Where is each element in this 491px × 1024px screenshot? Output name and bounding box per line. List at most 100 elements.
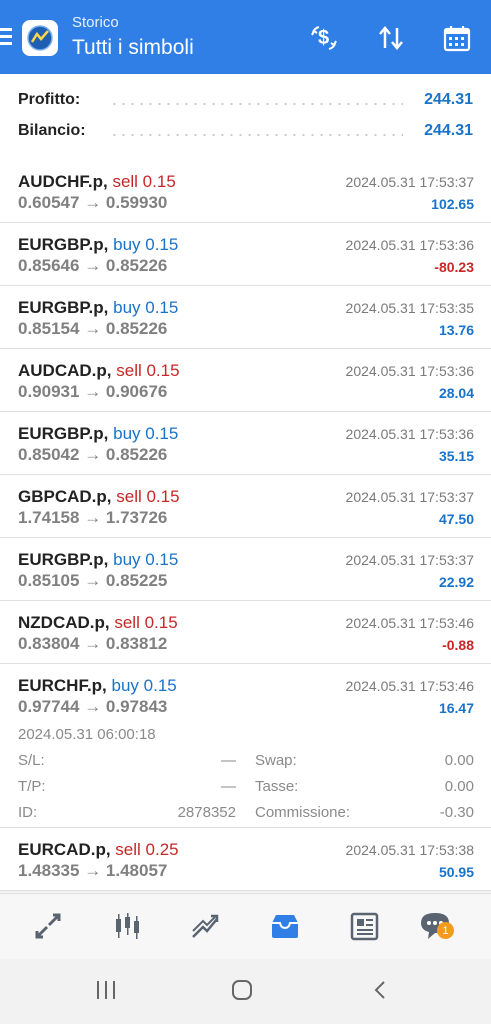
deal-symbol: EURCAD.p, bbox=[18, 840, 111, 859]
open-price: 0.97744 bbox=[18, 697, 80, 716]
arrow-icon: → bbox=[84, 697, 102, 716]
deal-time: 2024.05.31 17:53:36 bbox=[345, 237, 474, 253]
deal-profit: -80.23 bbox=[434, 259, 474, 275]
deal-symbol-line: EURGBP.p, buy 0.15 bbox=[18, 550, 178, 570]
deal-prices: 0.85154 → 0.85226 bbox=[18, 319, 167, 339]
deal-prices: 1.74158 → 1.73726 bbox=[18, 508, 167, 528]
deal-prices: 0.85042 → 0.85226 bbox=[18, 445, 167, 465]
balance-label: Bilancio: bbox=[18, 122, 86, 139]
deal-symbol: EURGBP.p, bbox=[18, 235, 109, 254]
open-price: 0.90931 bbox=[18, 382, 80, 401]
deal-symbol-line: EURGBP.p, buy 0.15 bbox=[18, 424, 178, 444]
sl-label: S/L: bbox=[18, 752, 45, 769]
deposit-filter-icon[interactable]: $ bbox=[306, 20, 342, 56]
dotted-leader bbox=[110, 103, 403, 105]
deal-row[interactable]: GBPCAD.p, sell 0.15 1.74158 → 1.73726 2024… bbox=[0, 475, 491, 538]
deal-row[interactable]: AUDCHF.p, sell 0.15 0.60547 → 0.59930 2024… bbox=[0, 160, 491, 223]
tax-value: 0.00 bbox=[444, 778, 474, 795]
close-price: 0.90676 bbox=[105, 382, 168, 401]
quotes-icon[interactable] bbox=[28, 908, 68, 944]
deal-side: buy 0.15 bbox=[113, 298, 179, 317]
deal-symbol: GBPCAD.p, bbox=[18, 487, 112, 506]
id-value: 2878352 bbox=[177, 804, 236, 821]
news-icon[interactable] bbox=[344, 908, 384, 944]
deal-profit: 13.76 bbox=[438, 322, 474, 338]
chart-icon[interactable] bbox=[107, 908, 147, 944]
tp-value: — bbox=[221, 778, 236, 795]
close-price: 1.48057 bbox=[105, 861, 168, 880]
swap-value: 0.00 bbox=[444, 752, 474, 769]
deal-side: buy 0.15 bbox=[111, 676, 177, 695]
menu-icon[interactable] bbox=[0, 28, 12, 46]
deal-prices: 0.90931 → 0.90676 bbox=[18, 382, 167, 402]
profit-row: Profitto: 244.31 bbox=[18, 91, 473, 115]
deal-prices: 0.85646 → 0.85226 bbox=[18, 256, 167, 276]
balance-row: Bilancio: 244.31 bbox=[18, 122, 473, 146]
deal-time: 2024.05.31 17:53:37 bbox=[345, 174, 474, 190]
deal-symbol: EURGBP.p, bbox=[18, 550, 109, 569]
close-price: 0.83812 bbox=[105, 634, 168, 653]
deal-symbol: EURCHF.p, bbox=[18, 676, 107, 695]
header-title: Tutti i simboli bbox=[72, 36, 194, 59]
deal-time: 2024.05.31 17:53:37 bbox=[345, 489, 474, 505]
arrow-icon: → bbox=[84, 634, 102, 653]
deal-row[interactable]: EURGBP.p, buy 0.15 0.85105 → 0.85225 2024.… bbox=[0, 538, 491, 601]
deal-symbol: AUDCAD.p, bbox=[18, 361, 112, 380]
home-icon[interactable] bbox=[222, 975, 262, 1005]
deal-symbol-line: EURCAD.p, sell 0.25 bbox=[18, 840, 179, 860]
deal-symbol: EURGBP.p, bbox=[18, 298, 109, 317]
deal-row[interactable]: EURGBP.p, buy 0.15 0.85154 → 0.85226 2024.… bbox=[0, 286, 491, 349]
arrow-icon: → bbox=[84, 193, 102, 212]
deal-row[interactable]: EURCHF.p, buy 0.15 0.97744 → 0.97843 2024.… bbox=[0, 664, 491, 828]
sort-icon[interactable] bbox=[373, 20, 409, 56]
recent-apps-icon[interactable] bbox=[86, 975, 126, 1005]
chat-icon[interactable]: 1 bbox=[415, 908, 455, 944]
deal-time: 2024.05.31 17:53:38 bbox=[345, 842, 474, 858]
deal-time: 2024.05.31 17:53:46 bbox=[345, 615, 474, 631]
deal-symbol: AUDCHF.p, bbox=[18, 172, 108, 191]
swap-label: Swap: bbox=[255, 752, 297, 769]
history-icon[interactable] bbox=[265, 908, 305, 944]
deal-symbol-line: EURGBP.p, buy 0.15 bbox=[18, 235, 178, 255]
deal-row[interactable]: AUDCAD.p, sell 0.15 0.90931 → 0.90676 2024… bbox=[0, 349, 491, 412]
bottom-navigation: 1 bbox=[0, 893, 491, 960]
deal-time: 2024.05.31 17:53:46 bbox=[345, 678, 474, 694]
svg-text:$: $ bbox=[318, 27, 329, 49]
deal-prices: 0.97744 → 0.97843 bbox=[18, 697, 167, 717]
deal-symbol-line: EURGBP.p, buy 0.15 bbox=[18, 298, 178, 318]
deal-symbol-line: EURCHF.p, buy 0.15 bbox=[18, 676, 177, 696]
close-price: 0.85226 bbox=[105, 319, 168, 338]
close-price: 0.85226 bbox=[105, 445, 168, 464]
close-price: 0.85225 bbox=[105, 571, 168, 590]
arrow-icon: → bbox=[84, 508, 102, 527]
calendar-icon[interactable] bbox=[439, 20, 475, 56]
deal-profit: 47.50 bbox=[438, 511, 474, 527]
open-price: 0.85105 bbox=[18, 571, 80, 590]
deal-row[interactable]: EURGBP.p, buy 0.15 0.85646 → 0.85226 2024.… bbox=[0, 223, 491, 286]
open-price: 0.85042 bbox=[18, 445, 80, 464]
close-price: 1.73726 bbox=[105, 508, 168, 527]
commission-value: -0.30 bbox=[439, 804, 474, 821]
summary-panel: Profitto: 244.31 Bilancio: 244.31 bbox=[0, 74, 491, 161]
back-icon[interactable] bbox=[361, 975, 401, 1005]
system-navigation-bar bbox=[0, 959, 491, 1024]
deal-time: 2024.05.31 17:53:35 bbox=[345, 300, 474, 316]
deal-profit: -0.88 bbox=[442, 637, 474, 653]
deal-prices: 0.60547 → 0.59930 bbox=[18, 193, 167, 213]
profit-label: Profitto: bbox=[18, 91, 81, 108]
deal-row[interactable]: NZDCAD.p, sell 0.15 0.83804 → 0.83812 2024… bbox=[0, 601, 491, 664]
close-price: 0.97843 bbox=[105, 697, 168, 716]
app-bar: Storico Tutti i simboli $ bbox=[0, 0, 491, 74]
deal-side: sell 0.25 bbox=[115, 840, 179, 859]
deal-symbol: EURGBP.p, bbox=[18, 424, 109, 443]
id-label: ID: bbox=[18, 804, 38, 821]
deal-row[interactable]: EURCAD.p, sell 0.25 1.48335 → 1.48057 2024… bbox=[0, 828, 491, 891]
deal-row[interactable]: EURGBP.p, buy 0.15 0.85042 → 0.85226 2024.… bbox=[0, 412, 491, 475]
deal-profit: 28.04 bbox=[438, 385, 474, 401]
open-price: 0.83804 bbox=[18, 634, 80, 653]
close-price: 0.59930 bbox=[105, 193, 168, 212]
arrow-icon: → bbox=[84, 571, 102, 590]
deal-symbol-line: NZDCAD.p, sell 0.15 bbox=[18, 613, 178, 633]
trade-icon[interactable] bbox=[186, 908, 226, 944]
commission-label: Commissione: bbox=[255, 804, 351, 821]
